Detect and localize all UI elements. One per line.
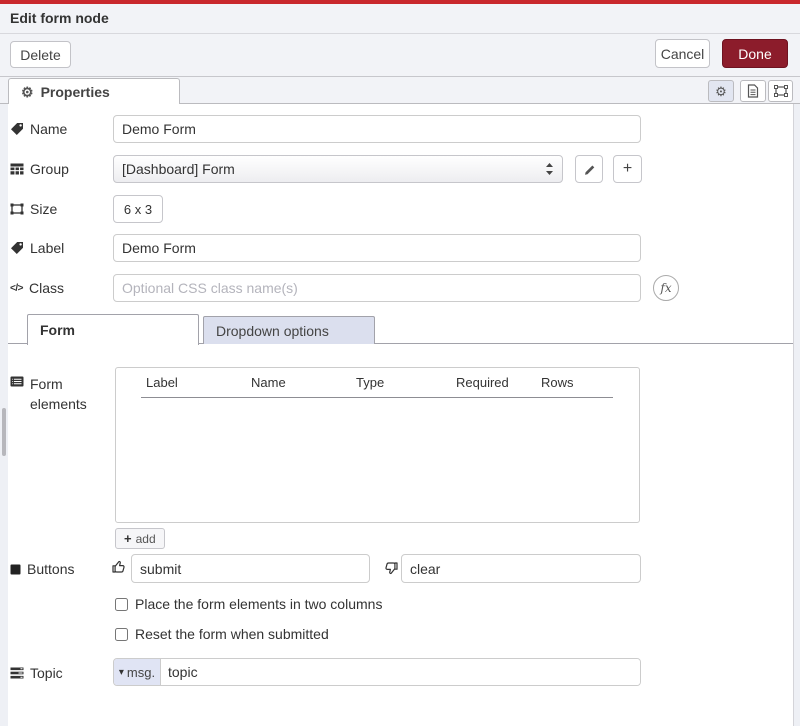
column-header: Required [456, 375, 541, 390]
column-header: Label [146, 375, 251, 390]
two-columns-checkbox[interactable] [115, 598, 128, 611]
header-divider [141, 397, 613, 398]
panel-right-edge [793, 104, 800, 726]
tag-icon [10, 241, 24, 255]
label-field-label: Label [10, 240, 110, 256]
form-elements-label-line2: elements [30, 396, 87, 412]
topic-typed-input: ▾ msg. [113, 658, 641, 686]
add-element-button[interactable]: + add [115, 528, 165, 549]
appearance-button[interactable] [768, 80, 793, 102]
done-button[interactable]: Done [722, 39, 788, 68]
thumbs-up-icon [111, 559, 127, 575]
reset-form-checkbox-label: Reset the form when submitted [135, 626, 329, 642]
square-icon [10, 564, 21, 575]
tab-dropdown-options[interactable]: Dropdown options [203, 316, 375, 344]
class-input[interactable] [113, 274, 641, 302]
dialog-toolbar: Delete Cancel Done [0, 34, 800, 77]
edit-group-button[interactable] [575, 155, 603, 183]
class-label-text: Class [29, 280, 64, 296]
size-label-text: Size [30, 201, 57, 217]
label-input[interactable] [113, 234, 641, 262]
code-icon: </> [10, 283, 23, 294]
tag-icon [10, 122, 24, 136]
description-button[interactable] [740, 80, 766, 102]
topic-type-selector[interactable]: ▾ msg. [114, 659, 161, 685]
plus-icon: + [623, 161, 632, 177]
two-columns-checkbox-row: Place the form elements in two columns [115, 596, 382, 612]
topic-input[interactable] [161, 659, 640, 685]
clear-button-text-input[interactable] [401, 554, 641, 583]
group-select-value: [Dashboard] Form [122, 161, 235, 177]
dialog-title: Edit form node [10, 4, 109, 33]
reset-form-checkbox-row: Reset the form when submitted [115, 626, 329, 642]
expression-fx-button[interactable]: fx [653, 275, 679, 301]
caret-down-icon: ▾ [119, 667, 124, 678]
thumbs-down-icon [383, 560, 399, 576]
tab-form[interactable]: Form [27, 314, 199, 345]
gear-icon: ⚙ [21, 85, 34, 99]
form-elements-label: Form elements [10, 374, 110, 414]
form-elements-list[interactable]: Label Name Type Required Rows [115, 367, 640, 523]
submit-button-text-input[interactable] [131, 554, 370, 583]
tab-properties[interactable]: ⚙ Properties [8, 78, 180, 104]
name-label-text: Name [30, 121, 67, 137]
class-field-label: </> Class [10, 280, 110, 296]
topic-type-label: msg. [127, 665, 155, 680]
column-header: Rows [541, 375, 613, 390]
select-arrows-icon [545, 162, 554, 176]
name-input[interactable] [113, 115, 641, 143]
tasks-icon [10, 667, 24, 679]
two-columns-checkbox-label: Place the form elements in two columns [135, 596, 382, 612]
buttons-label-text: Buttons [27, 561, 74, 577]
group-select[interactable]: [Dashboard] Form [113, 155, 563, 183]
edit-form-node-dialog: Edit form node Delete Cancel Done ⚙ Prop… [0, 0, 800, 726]
add-element-label: add [136, 532, 156, 546]
properties-gear-button[interactable]: ⚙ [708, 80, 734, 102]
dialog-header: Edit form node [0, 4, 800, 34]
group-label-text: Group [30, 161, 69, 177]
group-field-label: Group [10, 161, 110, 177]
reset-form-checkbox[interactable] [115, 628, 128, 641]
table-icon [10, 163, 24, 175]
tab-properties-label: Properties [41, 84, 110, 100]
scrollbar-thumb[interactable] [2, 408, 6, 456]
add-group-button[interactable]: + [613, 155, 642, 183]
name-field-label: Name [10, 121, 110, 137]
topic-field-label: Topic [10, 665, 110, 681]
column-header: Type [356, 375, 456, 390]
gear-icon: ⚙ [715, 85, 727, 98]
object-group-icon [10, 203, 24, 215]
delete-button[interactable]: Delete [10, 41, 71, 68]
buttons-field-label: Buttons [10, 561, 110, 577]
size-button[interactable]: 6 x 3 [113, 195, 163, 223]
editor-tab-row: ⚙ Properties ⚙ [0, 77, 800, 104]
form-elements-label-line1: Form [30, 376, 63, 392]
column-header: Name [251, 375, 356, 390]
size-field-label: Size [10, 201, 110, 217]
file-text-icon [747, 84, 759, 98]
label-label-text: Label [30, 240, 64, 256]
pencil-icon [583, 163, 596, 176]
form-elements-header: Label Name Type Required Rows [116, 368, 639, 397]
plus-icon: + [124, 532, 132, 545]
list-alt-icon [10, 376, 24, 387]
object-group-icon [774, 85, 788, 97]
topic-label-text: Topic [30, 665, 63, 681]
cancel-button[interactable]: Cancel [655, 39, 710, 68]
